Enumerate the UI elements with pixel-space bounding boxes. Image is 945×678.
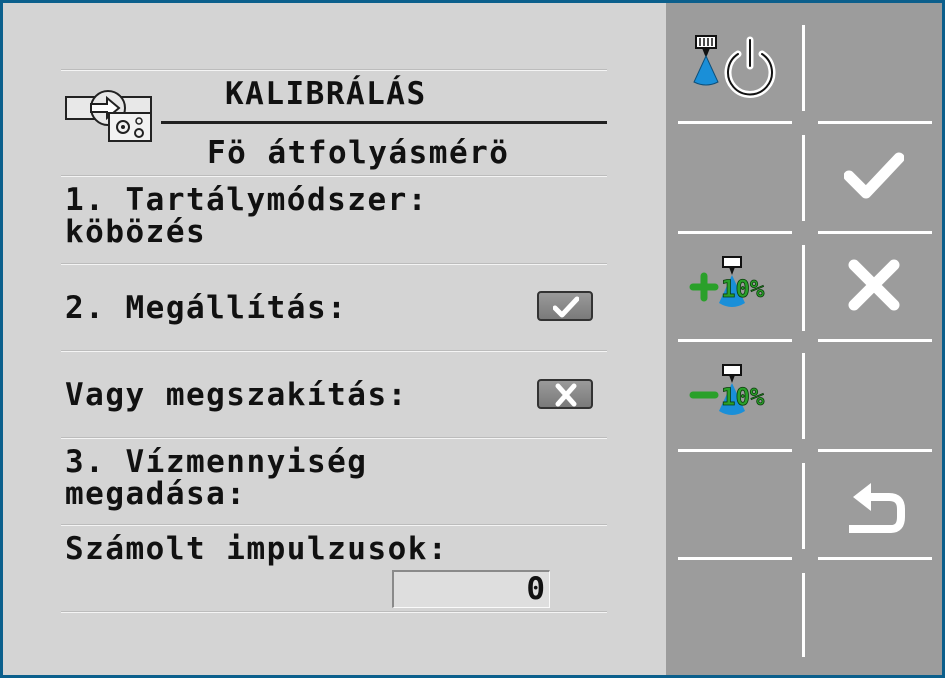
key-separator <box>818 557 932 560</box>
key-separator <box>818 449 932 452</box>
key-separator <box>818 121 932 124</box>
confirm-softkey[interactable] <box>814 125 934 225</box>
close-icon <box>848 259 900 311</box>
back-arrow-icon <box>849 483 905 533</box>
divider <box>61 437 607 439</box>
key-separator <box>802 353 805 439</box>
cancel-softkey[interactable] <box>814 235 934 335</box>
minus-percent-icon: 10% <box>689 364 765 415</box>
spray-power-softkey[interactable] <box>674 15 794 115</box>
minus-percent-label: 10% <box>721 383 765 411</box>
step1-method-value: köbözés <box>65 214 207 250</box>
increase-rate-softkey[interactable]: 10% <box>674 235 794 335</box>
step3-label-cont: megadása: <box>65 476 247 512</box>
key-separator <box>802 245 805 331</box>
plus-percent-icon: 10% <box>689 256 765 307</box>
key-separator <box>678 557 792 560</box>
page-subtitle: Fö átfolyásmérö <box>207 135 510 171</box>
decrease-rate-softkey[interactable]: 10% <box>674 343 794 443</box>
calibration-panel: KALIBRÁLÁS Fö átfolyásmérö 1. Tartálymód… <box>3 3 663 675</box>
plus-percent-label: 10% <box>721 275 765 303</box>
stop-confirm-button[interactable] <box>537 291 593 321</box>
close-icon <box>555 383 577 407</box>
title-underline <box>161 121 607 124</box>
divider <box>61 175 607 177</box>
key-separator <box>678 121 792 124</box>
divider <box>61 263 607 265</box>
nozzle-power-icon <box>693 35 776 98</box>
key-separator <box>802 463 805 549</box>
step1-label: 1. Tartálymódszer: <box>65 182 428 218</box>
key-separator <box>802 573 805 657</box>
terminal-frame: KALIBRÁLÁS Fö átfolyásmérö 1. Tartálymód… <box>0 0 945 678</box>
step3-label: 3. Vízmennyiség <box>65 444 368 480</box>
pulses-label: Számolt impulzusok: <box>65 531 449 567</box>
page-title: KALIBRÁLÁS <box>225 76 427 112</box>
key-separator <box>678 449 792 452</box>
divider <box>61 524 607 526</box>
key-separator <box>818 339 932 342</box>
key-separator <box>678 231 792 234</box>
key-separator <box>802 25 805 111</box>
divider <box>61 69 607 71</box>
back-softkey[interactable] <box>814 457 934 557</box>
flowmeter-calibration-icon <box>65 90 152 142</box>
key-separator <box>818 231 932 234</box>
key-separator <box>678 339 792 342</box>
softkey-bar: 10% 10% <box>666 3 942 675</box>
abort-label: Vagy megszakítás: <box>65 377 408 413</box>
pulses-value-field[interactable]: 0 <box>392 570 550 608</box>
divider <box>61 350 607 352</box>
step2-stop-label: 2. Megállítás: <box>65 290 348 326</box>
abort-button[interactable] <box>537 379 593 409</box>
check-icon <box>844 152 904 199</box>
check-icon <box>553 296 579 318</box>
key-separator <box>802 135 805 221</box>
divider <box>61 611 607 613</box>
